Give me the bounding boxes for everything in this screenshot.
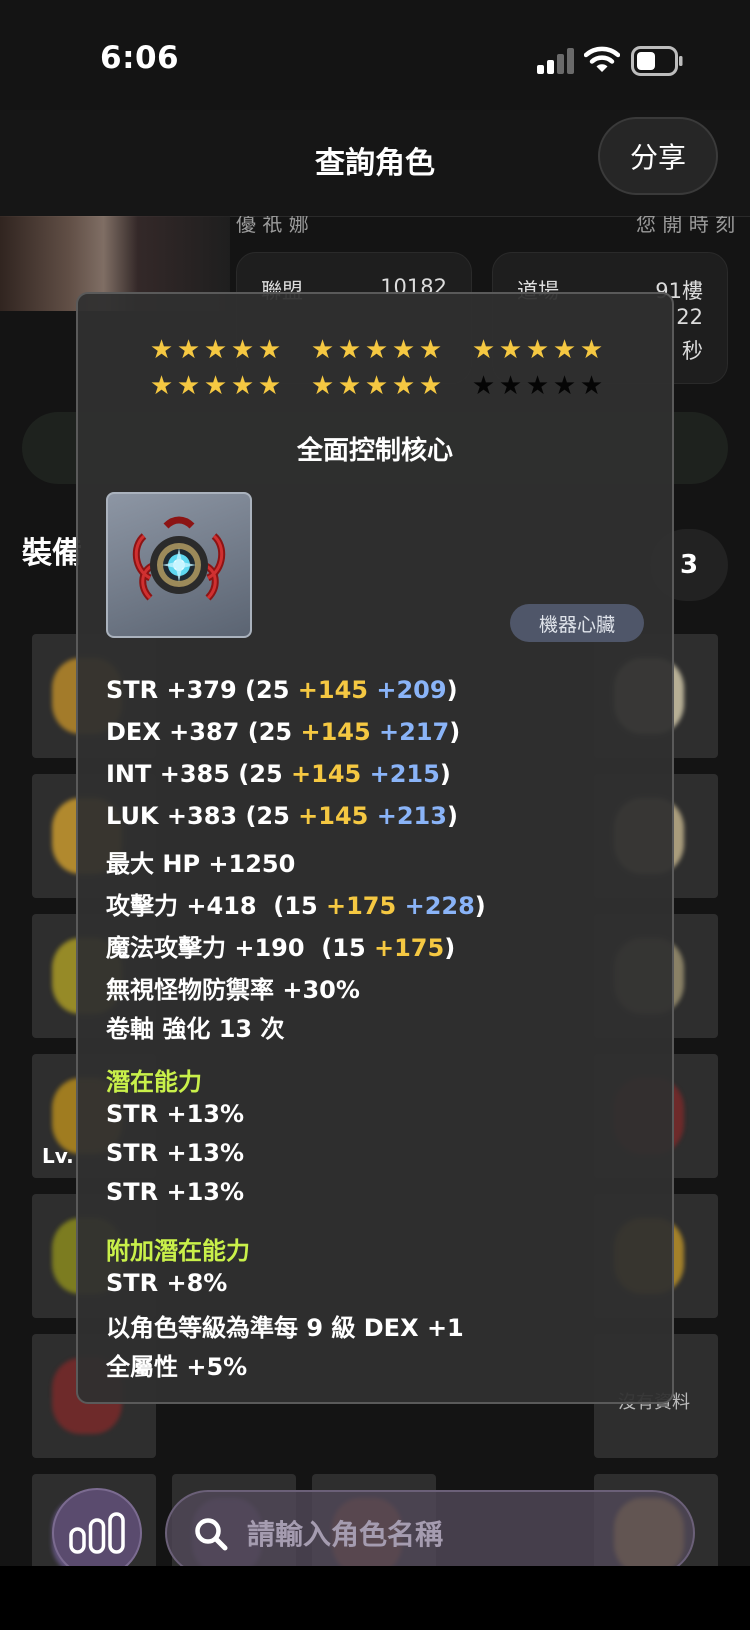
character-extra-label: 您 開 時 刻 <box>636 216 736 236</box>
wifi-icon <box>584 46 620 72</box>
item-detail-popup: ★ ★ ★ ★ ★ ★ ★ ★ ★ ★ ★ ★ ★ ★ ★ ★ ★ ★ ★ ★ ★ ★ ★ ★ ★ ★ ★ ★ ★ ★ 全面控制… <box>76 292 674 1404</box>
search-input[interactable] <box>245 1500 679 1568</box>
item-stat-list: STR +379 (25 +145 +209) DEX +387 (25 +14… <box>106 676 646 1386</box>
star-icon: ★ <box>149 335 174 365</box>
star-group: ★ ★ ★ ★ ★ <box>471 336 604 364</box>
star-icon: ★ <box>391 335 416 365</box>
dojo-time-value: 22 <box>676 305 703 329</box>
empty-star-icon: ★ <box>471 371 496 401</box>
character-search-bar[interactable] <box>165 1490 695 1576</box>
star-group: ★ ★ ★ ★ ★ <box>310 336 443 364</box>
star-icon: ★ <box>418 335 443 365</box>
star-group: ★ ★ ★ ★ ★ <box>310 372 443 400</box>
stat-scroll-upgrades: 卷軸 強化 13 次 <box>106 1015 285 1043</box>
star-force-row-1: ★ ★ ★ ★ ★ ★ ★ ★ ★ ★ ★ ★ ★ ★ ★ <box>149 336 604 364</box>
equipment-section-title: 裝備 <box>22 536 82 571</box>
star-group: ★ ★ ★ ★ ★ <box>471 372 604 400</box>
star-icon: ★ <box>310 371 335 401</box>
potential-line: STR +13% <box>106 1100 245 1128</box>
star-icon: ★ <box>525 335 550 365</box>
potential-title: 潛在能力 <box>106 1068 202 1096</box>
bonus-potential-title: 附加潛在能力 <box>106 1237 250 1265</box>
star-icon: ★ <box>337 335 362 365</box>
empty-star-icon: ★ <box>525 371 550 401</box>
bonus-potential-line: STR +8% <box>106 1269 228 1297</box>
star-icon: ★ <box>364 335 389 365</box>
stat-int: INT +385 (25 +145 +215) <box>106 760 451 788</box>
star-icon: ★ <box>364 371 389 401</box>
bar-chart-icon <box>69 1512 125 1554</box>
item-name: 全面控制核心 <box>296 436 453 466</box>
star-icon: ★ <box>498 335 523 365</box>
stat-str: STR +379 (25 +145 +209) <box>106 676 458 704</box>
star-icon: ★ <box>257 335 282 365</box>
star-group: ★ ★ ★ ★ ★ <box>149 372 282 400</box>
stats-menu-button[interactable] <box>52 1488 142 1578</box>
stat-luk: LUK +383 (25 +145 +213) <box>106 802 458 830</box>
potential-line: STR +13% <box>106 1139 245 1167</box>
home-indicator-area <box>0 1566 750 1630</box>
star-icon: ★ <box>391 371 416 401</box>
level-label: Lv. <box>42 1144 74 1168</box>
battery-icon <box>631 46 683 76</box>
cellular-signal-icon <box>537 48 574 74</box>
stat-max-hp: 最大 HP +1250 <box>106 850 296 878</box>
star-icon: ★ <box>337 371 362 401</box>
search-icon <box>195 1518 228 1551</box>
star-icon: ★ <box>203 335 228 365</box>
star-group: ★ ★ ★ ★ ★ <box>149 336 282 364</box>
star-icon: ★ <box>552 335 577 365</box>
star-icon: ★ <box>230 335 255 365</box>
empty-star-icon: ★ <box>498 371 523 401</box>
stat-attack: 攻擊力 +418 (15 +175 +228) <box>106 892 486 920</box>
star-icon: ★ <box>418 371 443 401</box>
star-icon: ★ <box>579 335 604 365</box>
nav-header: 查詢角色 分享 <box>0 110 750 217</box>
bonus-potential-line: 以角色等級為準每 9 級 DEX +1 <box>106 1314 464 1342</box>
star-icon: ★ <box>176 371 201 401</box>
star-icon: ★ <box>176 335 201 365</box>
item-type-badge: 機器心臟 <box>510 604 644 642</box>
character-name: 優 祇 娜 <box>236 216 309 236</box>
empty-star-icon: ★ <box>579 371 604 401</box>
stat-dex: DEX +387 (25 +145 +217) <box>106 718 461 746</box>
status-bar: 6:06 <box>0 0 750 110</box>
star-icon: ★ <box>310 335 335 365</box>
bonus-potential-line: 全屬性 +5% <box>106 1353 248 1381</box>
mechanical-heart-icon <box>132 516 226 601</box>
star-icon: ★ <box>230 371 255 401</box>
potential-line: STR +13% <box>106 1178 245 1206</box>
item-image-frame <box>106 492 252 638</box>
empty-star-icon: ★ <box>552 371 577 401</box>
star-icon: ★ <box>203 371 228 401</box>
share-button[interactable]: 分享 <box>598 117 718 195</box>
star-icon: ★ <box>471 335 496 365</box>
stat-magic-attack: 魔法攻擊力 +190 (15 +175) <box>106 934 456 962</box>
dojo-time-unit: 秒 <box>682 339 703 363</box>
star-icon: ★ <box>257 371 282 401</box>
star-icon: ★ <box>149 371 174 401</box>
stat-ignore-defense: 無視怪物防禦率 +30% <box>106 976 360 1004</box>
star-force-row-2: ★ ★ ★ ★ ★ ★ ★ ★ ★ ★ ★ ★ ★ ★ ★ <box>149 372 604 400</box>
status-time: 6:06 <box>100 40 180 76</box>
